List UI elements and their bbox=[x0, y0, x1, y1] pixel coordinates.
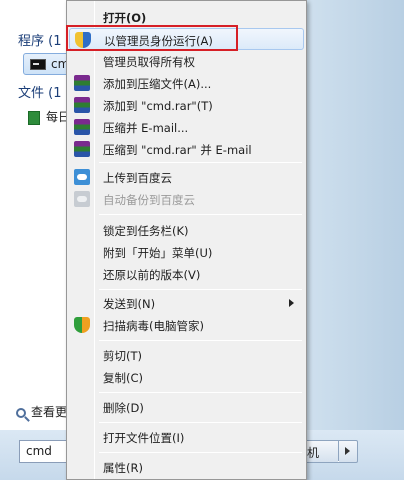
menu-item-pin-to-taskbar[interactable]: 锁定到任务栏(K) bbox=[69, 219, 304, 241]
see-more-results-link[interactable]: 查看更 bbox=[16, 403, 67, 420]
winrar-icon bbox=[74, 97, 90, 113]
menu-item-properties[interactable]: 属性(R) bbox=[69, 456, 304, 478]
menu-item-label: 剪切(T) bbox=[103, 349, 142, 363]
menu-item-label: 发送到(N) bbox=[103, 297, 156, 311]
menu-item-open-file-location[interactable]: 打开文件位置(I) bbox=[69, 426, 304, 448]
context-menu: 打开(O) 以管理员身份运行(A) 管理员取得所有权 添加到压缩文件(A)...… bbox=[66, 0, 307, 480]
highlight-annotation-box bbox=[66, 25, 238, 51]
menu-item-send-to[interactable]: 发送到(N) bbox=[69, 292, 304, 314]
winrar-icon bbox=[74, 141, 90, 157]
shutdown-button[interactable]: 机 bbox=[300, 440, 358, 463]
search-icon bbox=[16, 407, 26, 418]
menu-separator bbox=[99, 214, 302, 215]
file-result[interactable]: 每日 bbox=[28, 108, 70, 125]
menu-separator bbox=[99, 422, 302, 423]
menu-item-label: 添加到 "cmd.rar"(T) bbox=[103, 99, 213, 113]
menu-item-auto-backup-baidu-cloud: 自动备份到百度云 bbox=[69, 188, 304, 210]
pc-manager-shield-icon bbox=[74, 317, 90, 333]
menu-separator bbox=[99, 392, 302, 393]
menu-separator bbox=[99, 452, 302, 453]
shutdown-options-arrow-icon[interactable] bbox=[345, 447, 350, 455]
menu-item-label: 属性(R) bbox=[103, 461, 143, 475]
menu-separator bbox=[99, 340, 302, 341]
submenu-arrow-icon bbox=[289, 299, 294, 307]
menu-item-pin-to-start-menu[interactable]: 附到「开始」菜单(U) bbox=[69, 241, 304, 263]
winrar-icon bbox=[74, 119, 90, 135]
menu-item-label: 复制(C) bbox=[103, 371, 144, 385]
winrar-icon bbox=[74, 75, 90, 91]
menu-item-label: 自动备份到百度云 bbox=[103, 193, 195, 207]
menu-item-cut[interactable]: 剪切(T) bbox=[69, 344, 304, 366]
menu-item-add-to-cmd-rar[interactable]: 添加到 "cmd.rar"(T) bbox=[69, 94, 304, 116]
cmd-icon bbox=[30, 59, 46, 70]
see-more-label: 查看更 bbox=[31, 405, 68, 419]
menu-item-upload-baidu-cloud[interactable]: 上传到百度云 bbox=[69, 166, 304, 188]
menu-item-label: 压缩并 E-mail... bbox=[103, 121, 189, 135]
menu-item-label: 上传到百度云 bbox=[103, 171, 172, 185]
menu-item-label: 打开(O) bbox=[103, 11, 147, 25]
baidu-cloud-disabled-icon bbox=[74, 191, 90, 207]
menu-separator bbox=[99, 289, 302, 290]
menu-item-copy[interactable]: 复制(C) bbox=[69, 366, 304, 388]
shutdown-divider bbox=[338, 441, 339, 462]
shutdown-label: 机 bbox=[307, 446, 320, 460]
menu-item-label: 压缩到 "cmd.rar" 并 E-mail bbox=[103, 143, 252, 157]
menu-item-compress-and-email[interactable]: 压缩并 E-mail... bbox=[69, 116, 304, 138]
menu-item-label: 锁定到任务栏(K) bbox=[103, 224, 189, 238]
menu-item-label: 扫描病毒(电脑管家) bbox=[103, 319, 204, 333]
files-category-header: 文件 (1 bbox=[18, 86, 62, 101]
excel-file-icon bbox=[28, 110, 40, 125]
menu-item-label: 打开文件位置(I) bbox=[103, 431, 185, 445]
menu-item-label: 附到「开始」菜单(U) bbox=[103, 246, 213, 260]
menu-item-label: 添加到压缩文件(A)... bbox=[103, 77, 212, 91]
menu-item-delete[interactable]: 删除(D) bbox=[69, 396, 304, 418]
menu-item-add-to-archive[interactable]: 添加到压缩文件(A)... bbox=[69, 72, 304, 94]
menu-item-restore-previous-versions[interactable]: 还原以前的版本(V) bbox=[69, 263, 304, 285]
menu-item-label: 删除(D) bbox=[103, 401, 144, 415]
menu-item-compress-to-cmd-rar-and-email[interactable]: 压缩到 "cmd.rar" 并 E-mail bbox=[69, 138, 304, 160]
menu-item-scan-virus[interactable]: 扫描病毒(电脑管家) bbox=[69, 314, 304, 336]
start-menu-right-pane bbox=[306, 0, 404, 480]
menu-separator bbox=[99, 162, 302, 163]
baidu-cloud-icon bbox=[74, 169, 90, 185]
programs-category-header: 程序 (1 bbox=[18, 34, 62, 49]
menu-item-take-ownership[interactable]: 管理员取得所有权 bbox=[69, 50, 304, 72]
menu-item-label: 还原以前的版本(V) bbox=[103, 268, 201, 282]
menu-item-label: 管理员取得所有权 bbox=[103, 55, 195, 69]
